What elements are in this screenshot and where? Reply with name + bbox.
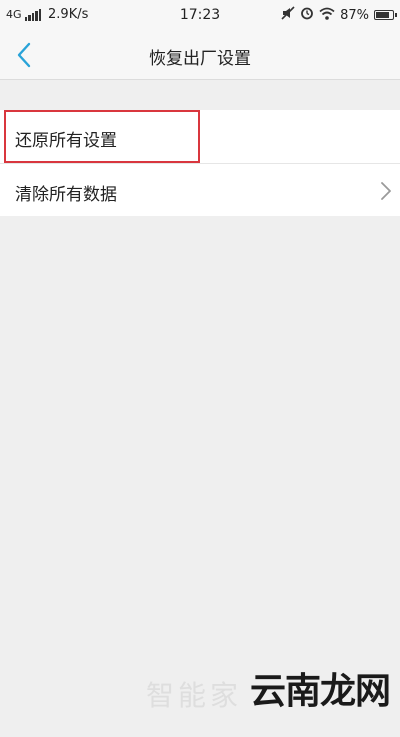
watermark-text: 云南龙网	[249, 671, 391, 712]
battery-icon	[374, 10, 397, 20]
erase-all-data-item[interactable]: 清除所有数据	[0, 163, 400, 216]
erase-all-data-label: 清除所有数据	[15, 185, 117, 205]
wifi-icon	[319, 7, 335, 24]
battery-percent: 87%	[340, 7, 369, 23]
title-bar: 恢复出厂设置	[0, 30, 400, 80]
chevron-right-icon	[380, 181, 392, 205]
status-bar: 4G 2.9K/s 17:23 87%	[0, 0, 400, 30]
status-right: 87%	[281, 6, 397, 24]
battery-fill	[376, 12, 390, 18]
alarm-icon	[300, 6, 314, 24]
mute-icon	[281, 6, 295, 24]
highlight-annotation-box	[4, 110, 200, 163]
page-title: 恢复出厂设置	[149, 49, 251, 69]
watermark-faint-text: 智能家	[145, 679, 242, 712]
watermark: 智能家 云南龙网	[145, 662, 391, 714]
